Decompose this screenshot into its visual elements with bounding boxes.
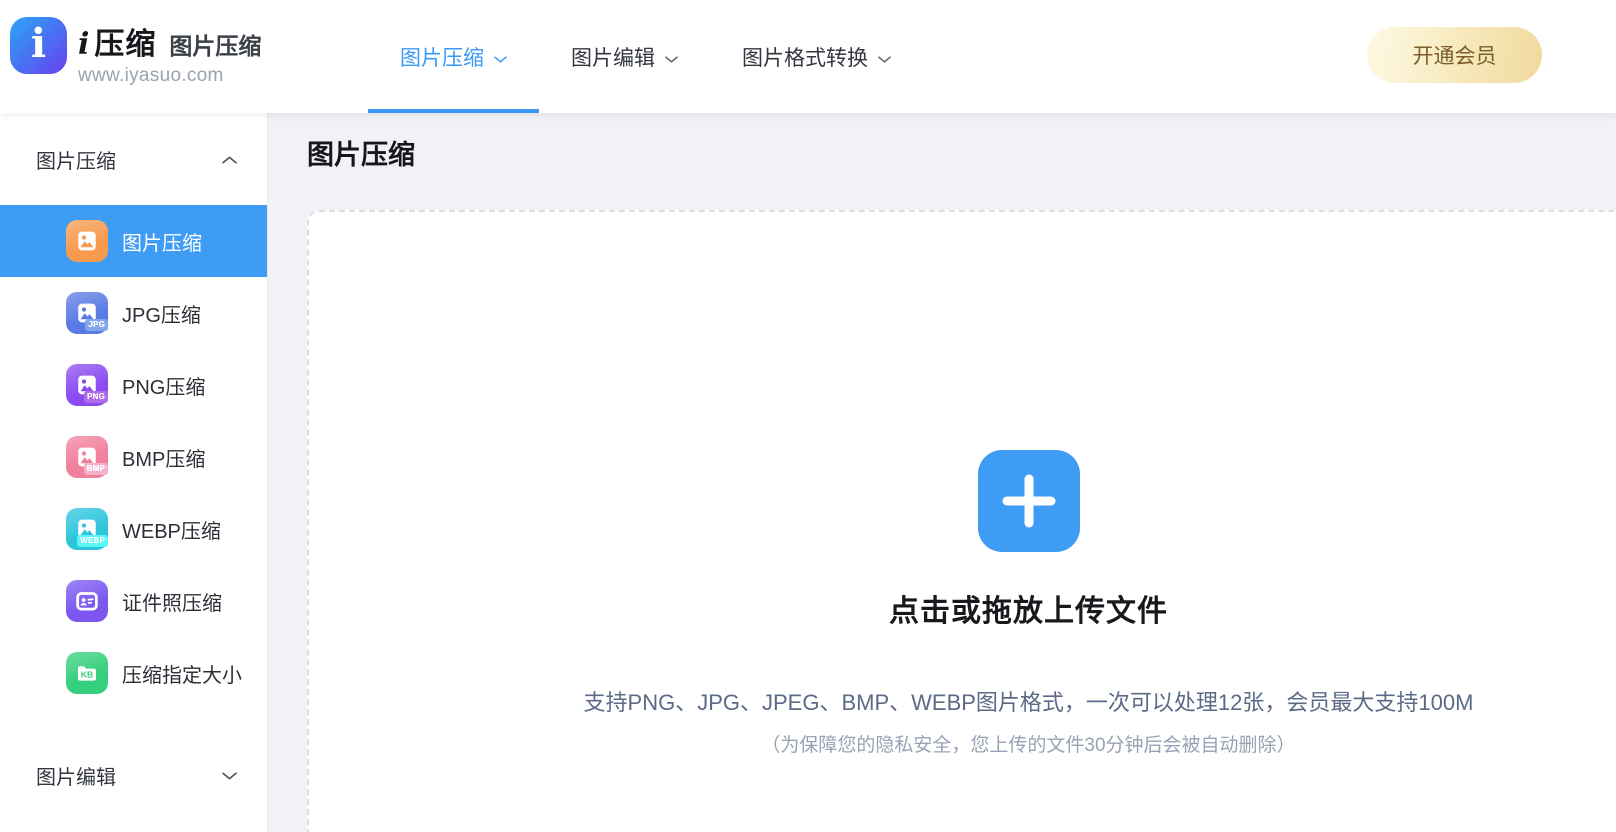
format-badge: WEBP [77, 535, 108, 547]
id-card-icon [66, 580, 108, 622]
chevron-down-icon [222, 764, 237, 787]
png-compress-icon: PNG [66, 364, 108, 406]
brand-logo[interactable]: i i 压缩 图片压缩 www.iyasuo.com [10, 17, 261, 87]
nav-label: 图片格式转换 [742, 46, 868, 70]
sidebar-item-label: JPG压缩 [122, 304, 201, 327]
kb-folder-icon: KB [66, 652, 108, 694]
section-label: 图片压缩 [36, 150, 116, 173]
sidebar-item-label: 压缩指定大小 [122, 664, 242, 687]
chevron-up-icon [222, 148, 237, 171]
sidebar-item-image-compress[interactable]: 图片压缩 [0, 205, 267, 277]
nav-label: 图片压缩 [400, 46, 484, 70]
brand-tagline: 图片压缩 [169, 33, 262, 59]
section-label: 图片编辑 [36, 766, 116, 789]
webp-compress-icon: WEBP [66, 508, 108, 550]
sidebar-item-label: WEBP压缩 [122, 520, 221, 543]
sidebar-item-id-photo-compress[interactable]: 证件照压缩 [0, 565, 267, 637]
sidebar-item-label: 证件照压缩 [122, 592, 222, 615]
sidebar-item-label: 图片压缩 [122, 232, 202, 255]
plus-icon [1000, 472, 1058, 530]
jpg-compress-icon: JPG [66, 292, 108, 334]
upload-dropzone[interactable]: 点击或拖放上传文件 支持PNG、JPG、JPEG、BMP、WEBP图片格式，一次… [307, 210, 1616, 832]
nav-label: 图片编辑 [571, 46, 655, 70]
top-header: i i 压缩 图片压缩 www.iyasuo.com 图片压缩 图片编辑 图片格… [0, 0, 1616, 113]
chevron-down-icon [878, 46, 891, 70]
format-badge: BMP [83, 463, 108, 475]
sidebar-section-image-compress[interactable]: 图片压缩 [0, 113, 267, 205]
sidebar-item-webp-compress[interactable]: WEBP WEBP压缩 [0, 493, 267, 565]
logo-i-icon: i [10, 17, 67, 74]
brand-name: 压缩 [94, 28, 157, 61]
chevron-down-icon [494, 46, 507, 70]
upload-hint: 支持PNG、JPG、JPEG、BMP、WEBP图片格式，一次可以处理12张，会员… [583, 690, 1474, 715]
page-title: 图片压缩 [307, 140, 415, 170]
sidebar-item-label: PNG压缩 [122, 376, 206, 399]
format-badge: PNG [84, 391, 108, 403]
sidebar: 图片压缩 图片压缩 JPG JPG压缩 PNG PNG压缩 BMP BMP压缩 … [0, 113, 268, 832]
chevron-down-icon [665, 46, 678, 70]
nav-item-image-compress[interactable]: 图片压缩 [368, 0, 539, 113]
svg-text:KB: KB [81, 669, 93, 679]
open-vip-button[interactable]: 开通会员 [1367, 27, 1542, 83]
sidebar-item-png-compress[interactable]: PNG PNG压缩 [0, 349, 267, 421]
format-badge: JPG [85, 319, 108, 331]
brand-text: i 压缩 图片压缩 www.iyasuo.com [78, 17, 261, 87]
sidebar-item-jpg-compress[interactable]: JPG JPG压缩 [0, 277, 267, 349]
upload-note: （为保障您的隐私安全，您上传的文件30分钟后会被自动删除） [761, 735, 1296, 756]
image-compress-icon [66, 220, 108, 262]
bmp-compress-icon: BMP [66, 436, 108, 478]
main-nav: 图片压缩 图片编辑 图片格式转换 [368, 0, 923, 113]
main-content: 图片压缩 点击或拖放上传文件 支持PNG、JPG、JPEG、BMP、WEBP图片… [268, 113, 1616, 832]
brand-url: www.iyasuo.com [78, 65, 224, 86]
sidebar-item-label: BMP压缩 [122, 448, 206, 471]
nav-item-format-convert[interactable]: 图片格式转换 [710, 0, 923, 113]
sidebar-item-compress-to-size[interactable]: KB 压缩指定大小 [0, 637, 267, 709]
sidebar-item-bmp-compress[interactable]: BMP BMP压缩 [0, 421, 267, 493]
add-files-button[interactable] [977, 450, 1080, 552]
nav-item-image-edit[interactable]: 图片编辑 [539, 0, 710, 113]
upload-title: 点击或拖放上传文件 [889, 595, 1168, 628]
brand-name-prefix: i [78, 27, 90, 62]
sidebar-section-image-edit[interactable]: 图片编辑 [0, 739, 267, 811]
